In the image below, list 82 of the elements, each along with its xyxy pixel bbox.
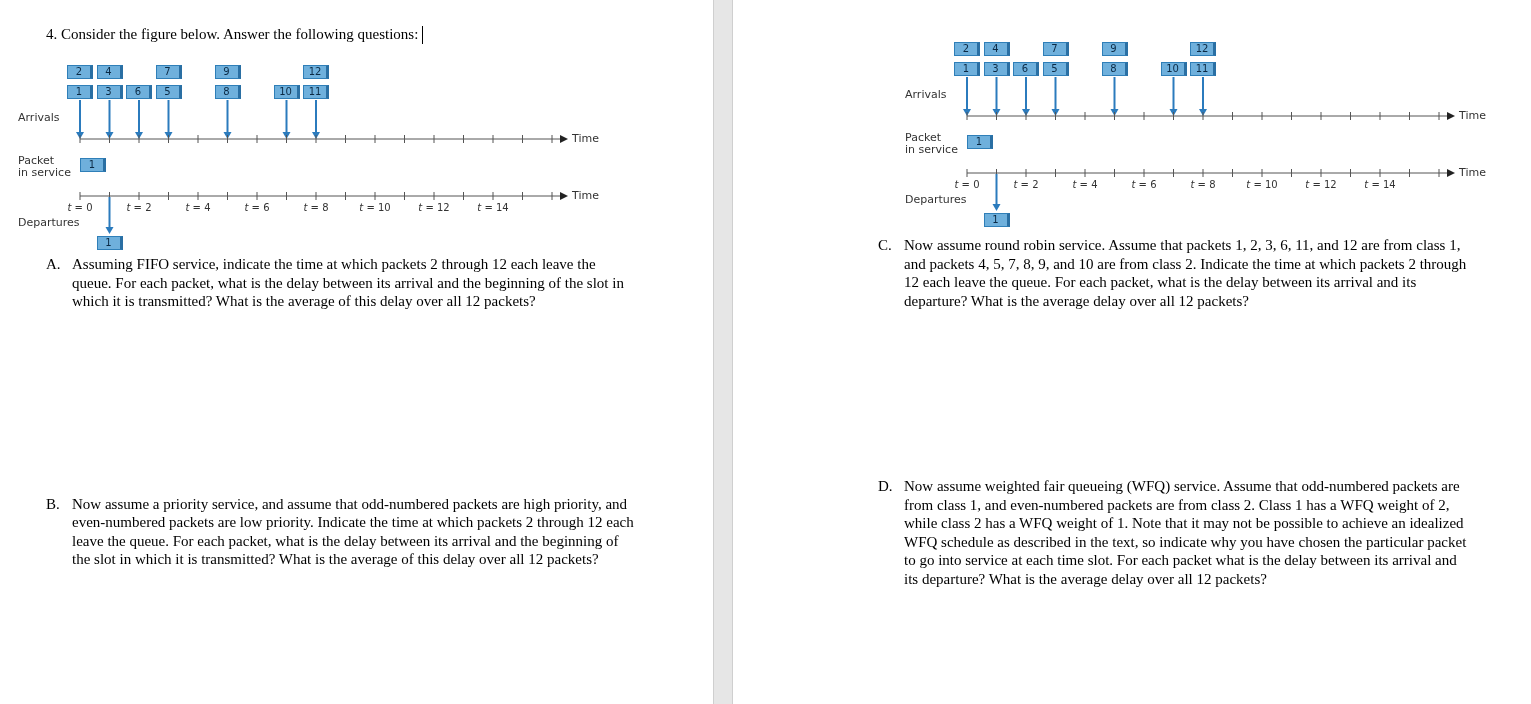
- time-label: Time: [1459, 166, 1486, 179]
- packet-in-service-label: in service: [905, 143, 958, 156]
- time-label: Time: [1459, 109, 1486, 122]
- arrow: [223, 99, 232, 139]
- packet-in-service-label: Packet: [905, 131, 941, 144]
- tick-label: t = 6: [243, 202, 271, 214]
- arrow: [992, 76, 1001, 116]
- packet-box: 1: [67, 85, 93, 99]
- question-heading: 4. Consider the figure below. Answer the following questions:: [46, 25, 419, 44]
- arrow: [164, 99, 173, 139]
- packet-box: 12: [1190, 42, 1216, 56]
- packet-box: 2: [954, 42, 980, 56]
- text-cursor: [422, 25, 424, 44]
- packet-box: 2: [67, 65, 93, 79]
- arrow: [105, 99, 114, 139]
- tick-label: t = 2: [125, 202, 153, 214]
- tick-label: t = 6: [1130, 179, 1158, 191]
- tick-label: t = 12: [417, 202, 451, 214]
- packet-box: 12: [303, 65, 329, 79]
- question-text: Now assume round robin service. Assume that packets 1, 2, 3, 6, 11, and 12 are from class 1, and packets 4, 5, 7, 8, 9, and 10 are from class 2. Indicate the time at which packets 2 through 12 each leave the queue. For each packet, what is the delay between its arrival and its departure? What is the average delay over all 12 packets?: [904, 236, 1468, 310]
- packet-box: 10: [273, 85, 300, 99]
- departures-label: Departures: [905, 193, 967, 206]
- arrow: [992, 173, 1001, 211]
- tick-label: t = 0: [953, 179, 981, 191]
- tick-label: t = 4: [1071, 179, 1099, 191]
- tick-label: t = 0: [66, 202, 94, 214]
- packet-box: 9: [214, 65, 241, 79]
- packet-box: 5: [1042, 62, 1069, 76]
- arrow: [1110, 76, 1119, 116]
- packet-box: 6: [1013, 62, 1039, 76]
- tick-label: t = 10: [358, 202, 392, 214]
- arrow: [963, 76, 971, 116]
- question-label: C.: [878, 236, 893, 255]
- packet-in-service-label: Packet: [18, 154, 54, 167]
- question-text: Now assume weighted fair queueing (WFQ) service. Assume that odd-numbered packets are from class 1, and even-numbered packets are from class 2. Class 1 has a WFQ weight of 2, while class 2 has a WFQ weight of 1. Note that it may not be possible to achieve an idealized WFQ schedule as described in the text, so indicate why you have chosen the particular packet to go into service at each time slot. For each packet what is the delay between its arrival and its departure? What is the average delay over all 12 packets?: [904, 477, 1468, 588]
- packet-box: 6: [126, 85, 152, 99]
- arrow: [1022, 76, 1030, 116]
- arrivals-label: Arrivals: [18, 111, 60, 124]
- packet-box: 1: [967, 135, 993, 149]
- arrow: [1051, 76, 1060, 116]
- packet-box: 1: [954, 62, 980, 76]
- packet-box: 11: [1190, 62, 1216, 76]
- packet-box: 1: [983, 213, 1010, 227]
- time-label: Time: [572, 132, 599, 145]
- tick-label: t = 12: [1304, 179, 1338, 191]
- departures-label: Departures: [18, 216, 80, 229]
- arrow: [76, 99, 84, 139]
- tick-label: t = 8: [1189, 179, 1217, 191]
- arrow: [1199, 76, 1207, 116]
- arrow: [105, 196, 114, 234]
- arrow: [1169, 76, 1178, 116]
- packet-in-service-label: in service: [18, 166, 71, 179]
- tick-label: t = 8: [302, 202, 330, 214]
- tick-label: t = 14: [1363, 179, 1397, 191]
- packet-box: 1: [80, 158, 106, 172]
- packet-box: 8: [1101, 62, 1128, 76]
- packet-box: 11: [303, 85, 329, 99]
- time-label: Time: [572, 189, 599, 202]
- question-label: D.: [878, 477, 894, 496]
- arrivals-label: Arrivals: [905, 88, 947, 101]
- question-label: A.: [46, 255, 62, 274]
- packet-box: 7: [1042, 42, 1069, 56]
- arrow: [312, 99, 320, 139]
- packet-box: 4: [983, 42, 1010, 56]
- arrow: [135, 99, 143, 139]
- packet-box: 10: [1160, 62, 1187, 76]
- packet-box: 5: [155, 85, 182, 99]
- question-label: B.: [46, 494, 61, 514]
- packet-box: 8: [214, 85, 241, 99]
- tick-label: t = 4: [184, 202, 212, 214]
- packet-box: 4: [96, 65, 123, 79]
- packet-box: 1: [96, 236, 123, 250]
- question-text: Now assume a priority service, and assume that odd-numbered packets are high priority, and even-numbered packets are low priority. Indicate the time at which packets 2 through 12 each leave the queue. For each packet, what is the delay between its arrival and the beginning of the slot in which it is transmitted? What is the average of this delay over all 12 packets?: [72, 494, 635, 569]
- tick-label: t = 2: [1012, 179, 1040, 191]
- packet-box: 3: [983, 62, 1010, 76]
- packet-box: 9: [1101, 42, 1128, 56]
- packet-box: 7: [155, 65, 182, 79]
- arrow: [282, 99, 291, 139]
- tick-label: t = 10: [1245, 179, 1279, 191]
- packet-box: 3: [96, 85, 123, 99]
- question-text: Assuming FIFO service, indicate the time at which packets 2 through 12 each leave the queue. For each packet, what is the delay between its arrival and the beginning of the slot in which it is transmitted? What is the average of this delay over all 12 packets?: [72, 255, 625, 311]
- tick-label: t = 14: [476, 202, 510, 214]
